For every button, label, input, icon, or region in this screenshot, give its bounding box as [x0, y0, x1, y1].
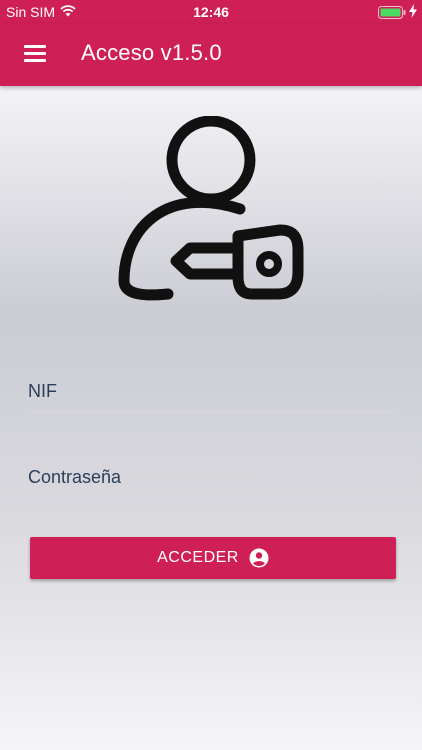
login-button[interactable]: ACCEDER: [30, 537, 396, 579]
nif-input[interactable]: [28, 372, 393, 411]
password-field[interactable]: [28, 458, 393, 498]
status-bar: Sin SIM 12:46: [0, 0, 422, 24]
nif-field[interactable]: [28, 372, 393, 412]
account-circle-icon: [249, 548, 269, 568]
charging-bolt-icon: [409, 4, 417, 18]
page-title: Acceso v1.5.0: [81, 40, 222, 65]
user-key-icon: [118, 116, 304, 301]
hamburger-menu-icon[interactable]: [24, 45, 46, 63]
app-bar: Acceso v1.5.0: [0, 24, 422, 86]
password-input[interactable]: [28, 458, 393, 497]
status-time: 12:46: [193, 4, 229, 20]
battery-icon: [378, 6, 406, 19]
login-button-label: ACCEDER: [157, 549, 239, 566]
